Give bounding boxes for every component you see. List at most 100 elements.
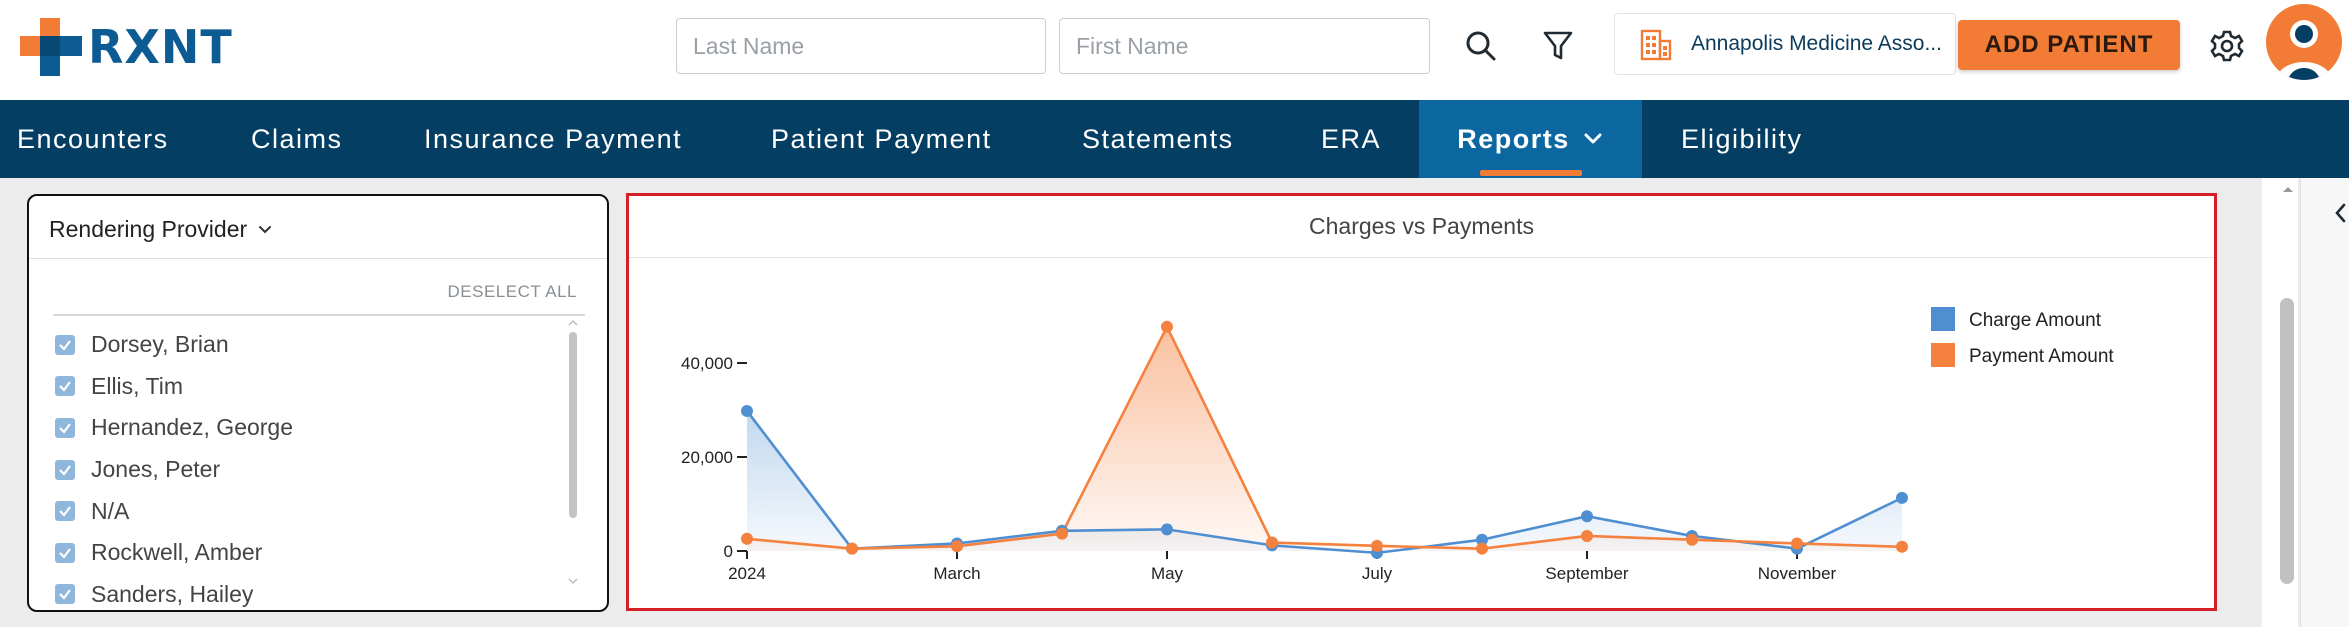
scroll-down-arrow-icon[interactable] — [567, 576, 579, 586]
checkbox-checked-icon[interactable] — [55, 459, 75, 480]
provider-name: N/A — [91, 497, 130, 524]
data-point — [1056, 527, 1068, 540]
nav-era[interactable]: ERA — [1321, 100, 1381, 178]
legend-label: Payment Amount — [1969, 346, 2114, 367]
nav-patient-payment[interactable]: Patient Payment — [771, 100, 992, 178]
chevron-down-icon — [1584, 133, 1602, 144]
practice-selector[interactable]: Annapolis Medicine Asso... — [1614, 13, 1956, 75]
active-tab-indicator — [1480, 170, 1582, 176]
checkbox-checked-icon[interactable] — [55, 417, 75, 438]
last-name-input[interactable] — [676, 18, 1046, 74]
add-patient-button[interactable]: ADD PATIENT — [1958, 20, 2180, 70]
x-tick-label: September — [1545, 564, 1628, 583]
scroll-up-arrow-icon[interactable] — [567, 318, 579, 328]
provider-list: Dorsey, Brian Ellis, Tim Hernandez, Geor… — [55, 324, 575, 615]
provider-item[interactable]: Ellis, Tim — [55, 366, 575, 408]
provider-item[interactable]: Rockwell, Amber — [55, 532, 575, 574]
data-point — [951, 540, 963, 553]
data-point — [1581, 510, 1593, 523]
series-line-0 — [745, 410, 1903, 555]
user-avatar[interactable] — [2266, 4, 2342, 80]
provider-name: Jones, Peter — [91, 456, 221, 483]
first-name-input[interactable] — [1059, 18, 1430, 74]
x-tick-label: July — [1362, 564, 1393, 583]
nav-eligibility[interactable]: Eligibility — [1681, 100, 1803, 178]
legend-swatch — [1931, 343, 1955, 367]
series-line-1 — [746, 323, 1903, 550]
x-tick-label: 2024 — [728, 564, 766, 583]
rxnt-cross-icon — [20, 18, 82, 76]
provider-item[interactable]: Hernandez, George — [55, 407, 575, 449]
chevron-left-icon[interactable] — [2333, 202, 2347, 224]
data-point — [1581, 529, 1593, 542]
divider — [29, 258, 607, 259]
rendering-provider-filter: Rendering Provider DESELECT ALL Dorsey, … — [27, 194, 609, 612]
provider-name: Dorsey, Brian — [91, 331, 229, 358]
settings-gear-icon[interactable] — [2205, 24, 2249, 68]
divider — [53, 314, 585, 316]
main-nav: Encounters Claims Insurance Payment Pati… — [0, 100, 2349, 178]
data-point — [1896, 491, 1908, 504]
x-tick-label: May — [1151, 564, 1184, 583]
deselect-all-button[interactable]: DESELECT ALL — [448, 282, 577, 302]
building-icon — [1640, 29, 1672, 61]
scroll-up-arrow-icon[interactable] — [2281, 184, 2295, 194]
nav-statements[interactable]: Statements — [1082, 100, 1234, 178]
series-area-0 — [747, 410, 1902, 553]
rxnt-logo[interactable]: RXNT — [20, 16, 233, 78]
provider-item[interactable]: Sanders, Hailey — [55, 574, 575, 616]
provider-name: Sanders, Hailey — [91, 580, 254, 607]
charges-vs-payments-chart: Charges vs Payments 0 20,000 40,000 2024 Mar… — [626, 193, 2217, 611]
x-tick-label: November — [1758, 564, 1837, 583]
logo-text: RXNT — [88, 20, 233, 74]
checkbox-checked-icon[interactable] — [55, 501, 75, 522]
provider-item[interactable]: N/A — [55, 490, 575, 532]
data-point — [741, 404, 753, 417]
legend-swatch — [1931, 307, 1955, 331]
data-point — [1476, 542, 1488, 555]
data-point — [846, 542, 858, 555]
nav-encounters[interactable]: Encounters — [17, 100, 169, 178]
line-chart: 0 20,000 40,000 2024 March May July September No… — [681, 307, 2114, 583]
provider-list-scrollbar[interactable] — [569, 332, 577, 518]
search-icon[interactable] — [1459, 24, 1503, 68]
data-point — [741, 532, 753, 545]
chevron-down-icon — [259, 225, 272, 233]
nav-reports[interactable]: Reports — [1419, 100, 1642, 178]
chart-title: Charges vs Payments — [629, 196, 2214, 258]
provider-name: Rockwell, Amber — [91, 539, 263, 566]
filter-dropdown-toggle[interactable]: Rendering Provider — [49, 216, 273, 243]
data-point — [1686, 533, 1698, 546]
side-panel-collapsed — [2300, 178, 2349, 627]
series-area-1 — [747, 326, 1902, 551]
app-header: RXNT Annapolis Medicine Asso... ADD PATI… — [0, 0, 2349, 100]
checkbox-checked-icon[interactable] — [55, 376, 75, 397]
checkbox-checked-icon[interactable] — [55, 542, 75, 563]
provider-name: Hernandez, George — [91, 414, 294, 441]
page-scrollbar-thumb[interactable] — [2280, 298, 2294, 584]
checkbox-checked-icon[interactable] — [55, 334, 75, 355]
data-point — [1791, 537, 1803, 550]
provider-item[interactable]: Jones, Peter — [55, 449, 575, 491]
provider-name: Ellis, Tim — [91, 372, 183, 399]
nav-claims[interactable]: Claims — [251, 100, 343, 178]
y-tick-label: 20,000 — [681, 448, 733, 467]
filter-icon[interactable] — [1536, 24, 1580, 68]
nav-reports-label: Reports — [1457, 123, 1570, 154]
data-point — [1161, 523, 1173, 536]
y-tick-label: 0 — [724, 542, 733, 561]
data-point — [1896, 540, 1908, 553]
x-tick-label: March — [933, 564, 980, 583]
nav-insurance-payment[interactable]: Insurance Payment — [424, 100, 682, 178]
filter-title: Rendering Provider — [49, 216, 248, 242]
user-silhouette-icon — [2276, 20, 2332, 80]
checkbox-checked-icon[interactable] — [55, 584, 75, 605]
y-tick-label: 40,000 — [681, 354, 733, 373]
data-point — [1371, 539, 1383, 552]
provider-item[interactable]: Dorsey, Brian — [55, 324, 575, 366]
data-point — [1266, 536, 1278, 549]
legend-label: Charge Amount — [1969, 310, 2102, 331]
reports-content: Rendering Provider DESELECT ALL Dorsey, … — [0, 178, 2349, 627]
data-point — [1161, 320, 1173, 333]
practice-name: Annapolis Medicine Asso... — [1691, 32, 1942, 55]
